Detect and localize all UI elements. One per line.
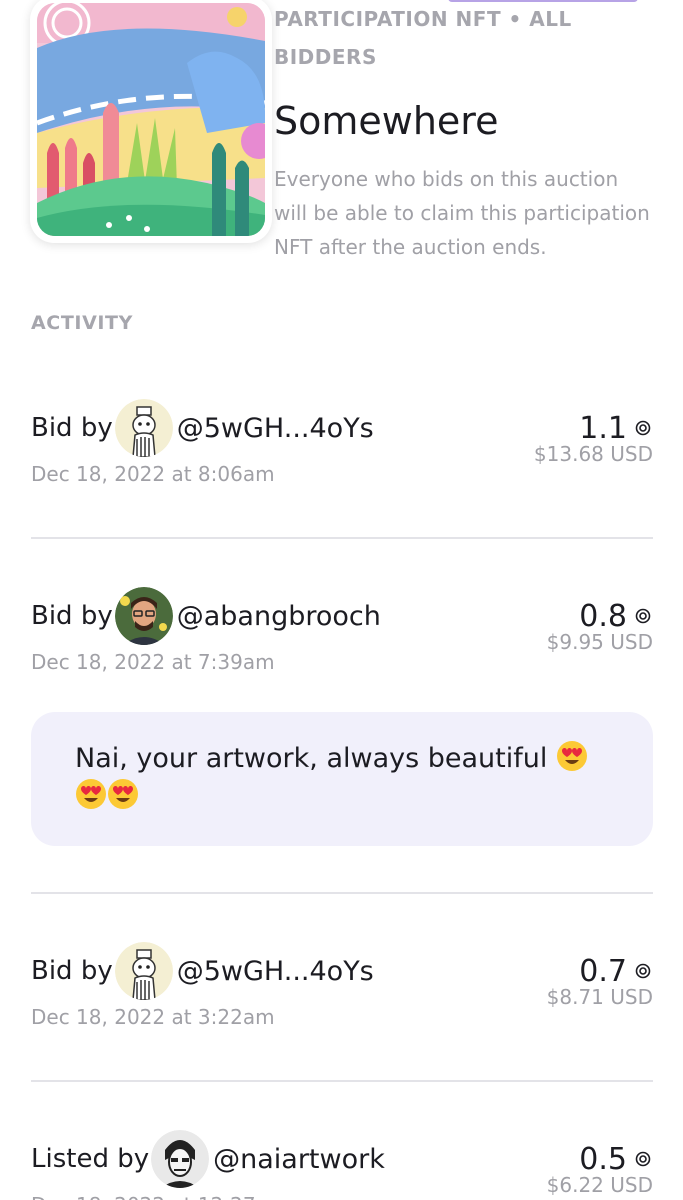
heart-eyes-emoji-icon bbox=[108, 779, 138, 809]
heart-eyes-emoji-icon bbox=[76, 779, 106, 809]
sol-icon bbox=[635, 963, 651, 979]
nft-kicker-label: PARTICIPATION NFT • ALL BIDDERS bbox=[274, 7, 572, 69]
person-avatar[interactable] bbox=[114, 587, 173, 645]
bid-comment-text: Nai, your artwork, always beautiful bbox=[75, 743, 548, 774]
participation-nft-section: PARTICIPATION NFT • ALL BIDDERS Somewher… bbox=[0, 0, 683, 300]
activity-action-label: Bid by bbox=[31, 601, 113, 631]
cat-avatar[interactable] bbox=[114, 942, 173, 1000]
sol-icon bbox=[635, 420, 651, 436]
activity-row[interactable]: Listed by @naiartwork Dec 18, 2022 at 12… bbox=[31, 1127, 653, 1200]
activity-user-handle[interactable]: @naiartwork bbox=[213, 1144, 385, 1175]
divider bbox=[31, 1080, 653, 1082]
nft-description: Everyone who bids on this auction will b… bbox=[274, 167, 650, 259]
activity-heading: ACTIVITY bbox=[31, 312, 133, 334]
bid-usd-value: $13.68 USD bbox=[533, 442, 653, 466]
bid-usd-value: $9.95 USD bbox=[546, 630, 653, 654]
bid-amount-value: 0.8 bbox=[579, 598, 627, 634]
nft-info: PARTICIPATION NFT • ALL BIDDERS Somewher… bbox=[274, 0, 654, 264]
activity-row[interactable]: Bid by @5wGH...4oYs Dec 18, 2022 at 3:22… bbox=[31, 939, 653, 1031]
heart-eyes-emoji-icon bbox=[556, 741, 587, 771]
cat-avatar[interactable] bbox=[114, 399, 173, 457]
activity-row[interactable]: Bid by @5wGH...4oYs Dec 18, 2022 at 8:06… bbox=[31, 396, 653, 488]
sol-icon bbox=[635, 608, 651, 624]
bid-comment-bubble: Nai, your artwork, always beautiful bbox=[31, 712, 653, 846]
list-amount-value: 0.5 bbox=[579, 1141, 627, 1177]
activity-user-handle[interactable]: @5wGH...4oYs bbox=[177, 956, 374, 987]
divider bbox=[31, 537, 653, 539]
activity-action-label: Bid by bbox=[31, 413, 113, 443]
bw-portrait-avatar[interactable] bbox=[151, 1130, 210, 1188]
sol-icon bbox=[635, 1151, 651, 1167]
nft-title: Somewhere bbox=[274, 99, 499, 143]
activity-user-handle[interactable]: @abangbrooch bbox=[177, 601, 381, 632]
bid-amount-value: 1.1 bbox=[579, 410, 627, 446]
bid-usd-value: $8.71 USD bbox=[546, 985, 653, 1009]
landscape-artwork-image bbox=[37, 3, 265, 236]
activity-action-label: Listed by bbox=[31, 1144, 150, 1174]
activity-row[interactable]: Bid by @abangbrooch Dec 18, 2022 at 7:39… bbox=[31, 584, 653, 676]
list-usd-value: $6.22 USD bbox=[546, 1173, 653, 1197]
bid-amount-value: 0.7 bbox=[579, 953, 627, 989]
activity-user-handle[interactable]: @5wGH...4oYs bbox=[177, 413, 374, 444]
nft-artwork-card[interactable] bbox=[30, 0, 272, 243]
activity-action-label: Bid by bbox=[31, 956, 113, 986]
divider bbox=[31, 892, 653, 894]
